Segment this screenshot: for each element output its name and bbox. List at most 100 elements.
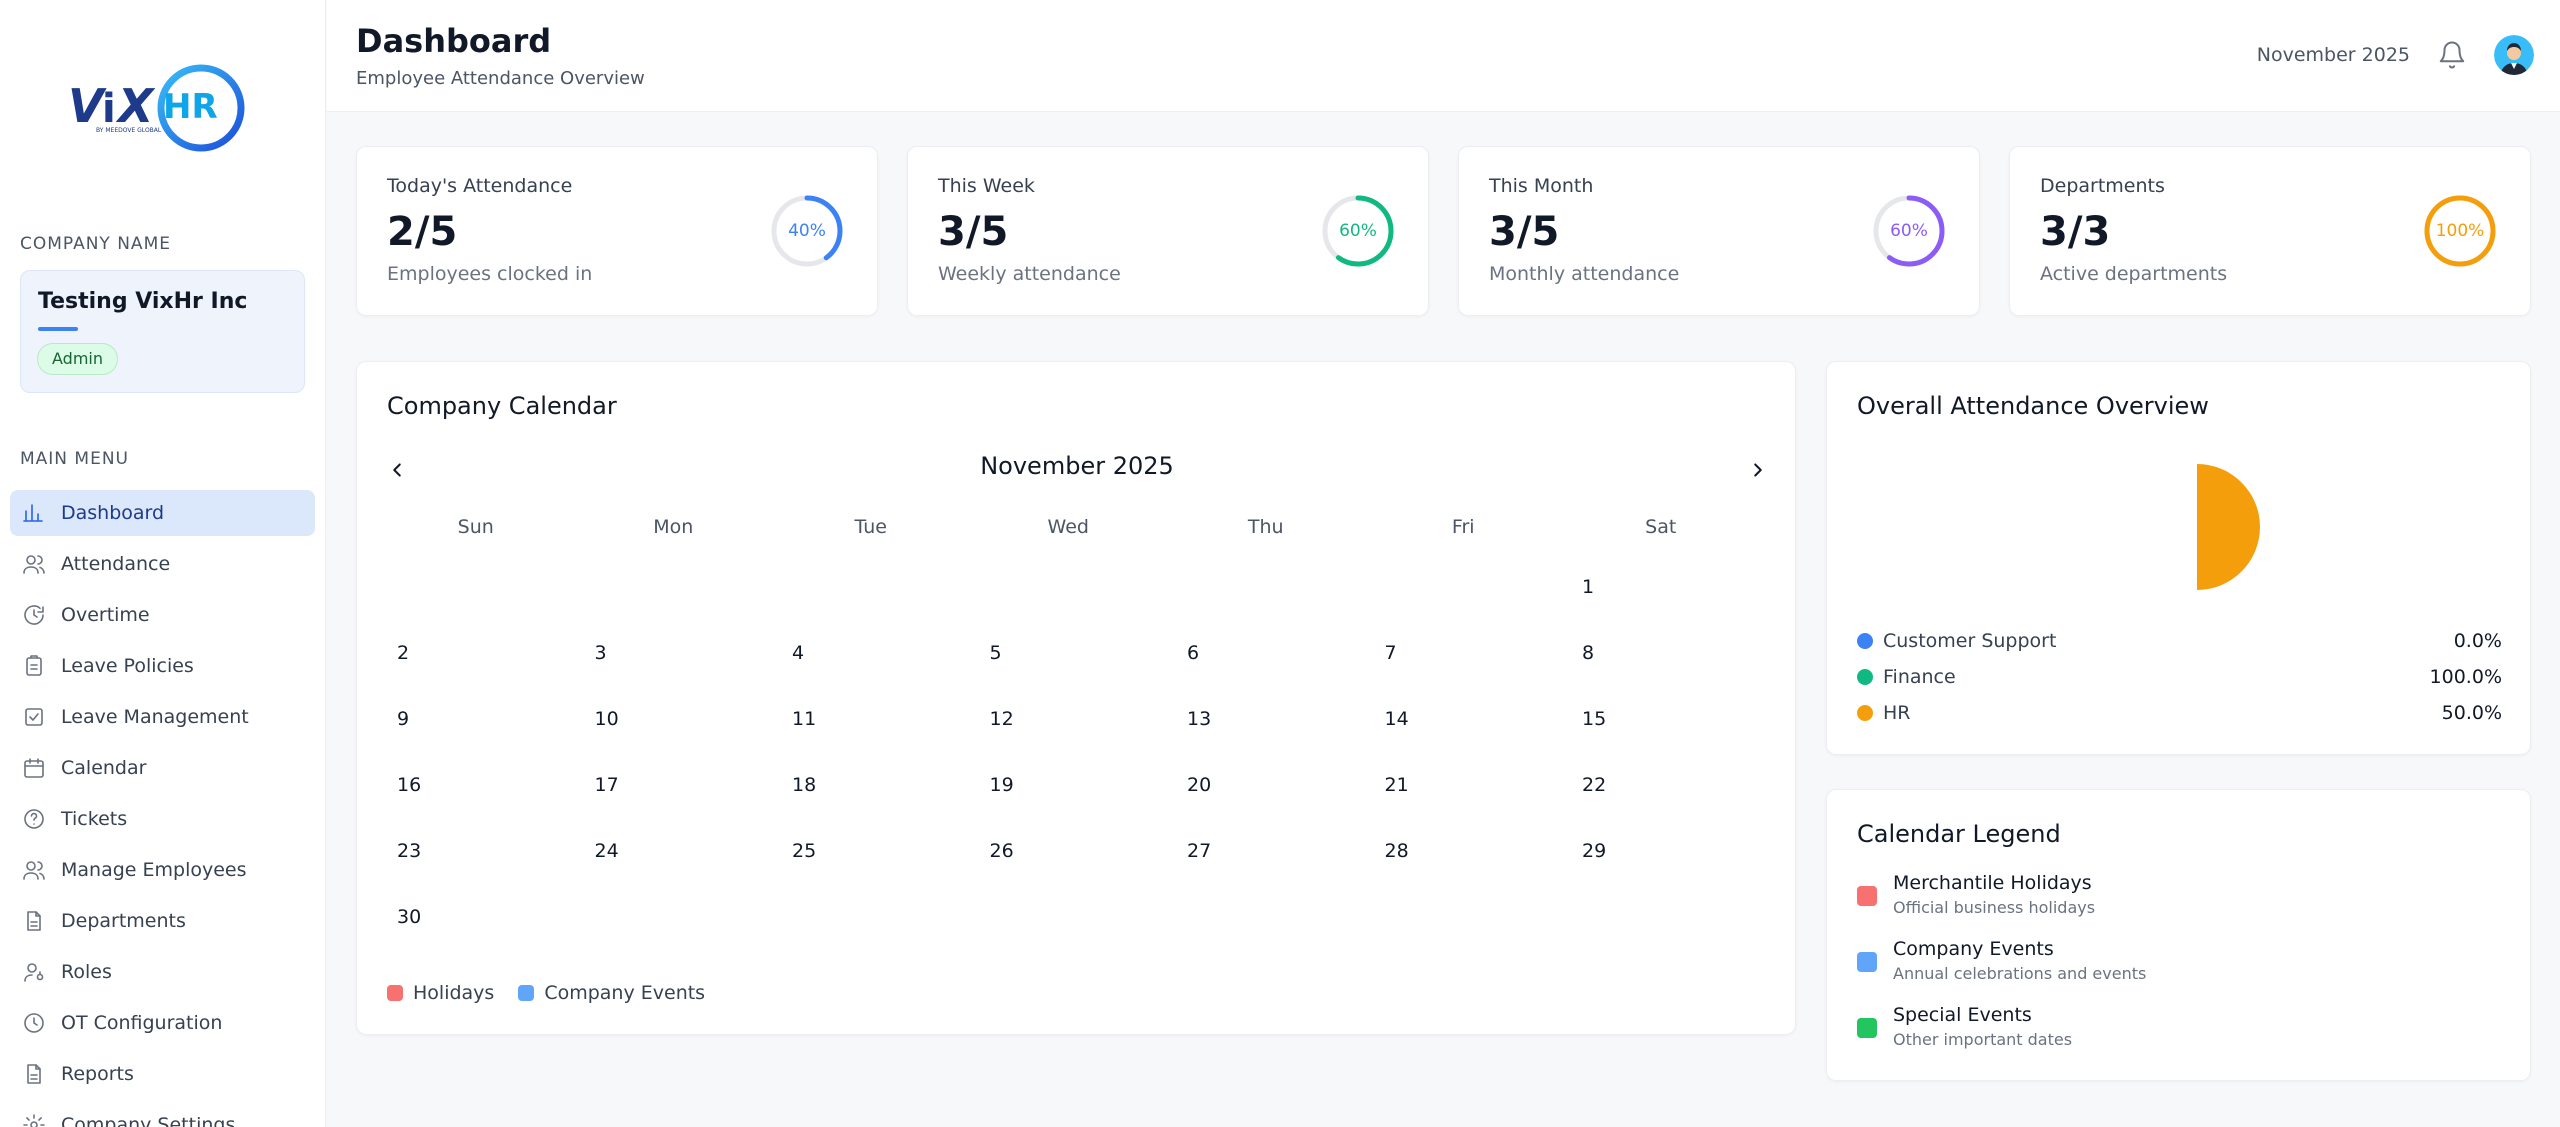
calendar-empty-cell — [1365, 554, 1563, 620]
sidebar-item-label: Manage Employees — [61, 859, 247, 881]
calendar-day-cell[interactable]: 6 — [1167, 620, 1365, 686]
calendar-day-number: 22 — [1582, 774, 1607, 796]
bar-chart-icon — [21, 500, 47, 526]
calendar-day-cell[interactable]: 24 — [575, 818, 773, 884]
sidebar-item-manage-employees[interactable]: Manage Employees — [10, 847, 315, 893]
document-icon — [21, 1061, 47, 1087]
weekday-header: Sun — [457, 516, 494, 538]
legend-color-swatch — [1857, 952, 1877, 972]
calendar-day-cell[interactable]: 13 — [1167, 686, 1365, 752]
calendar-day-cell[interactable]: 20 — [1167, 752, 1365, 818]
sidebar-item-label: Departments — [61, 910, 186, 932]
calendar-day-cell[interactable]: 1 — [1562, 554, 1760, 620]
calendar-day-number: 24 — [594, 840, 619, 862]
gear-icon — [21, 1112, 47, 1127]
calendar-day-number: 10 — [594, 708, 619, 730]
calendar-day-number: 5 — [989, 642, 1002, 664]
user-avatar[interactable] — [2494, 35, 2534, 75]
calendar-day-cell[interactable]: 15 — [1562, 686, 1760, 752]
calendar-week-row: 16 17 18 19 20 21 22 — [377, 752, 1772, 818]
legend-item-title: Company Events — [1893, 938, 2054, 960]
series-dot — [1857, 633, 1873, 649]
sidebar-item-departments[interactable]: Departments — [10, 898, 315, 944]
series-dot — [1857, 705, 1873, 721]
sidebar-item-label: Attendance — [61, 553, 171, 575]
clock-icon — [21, 1010, 47, 1036]
attendance-overview-card: Overall Attendance Overview Customer Sup… — [1826, 361, 2531, 755]
calendar-day-number: 9 — [397, 708, 410, 730]
sidebar-item-label: Reports — [61, 1063, 134, 1085]
calendar-day-cell[interactable]: 11 — [772, 686, 970, 752]
calendar-empty-cell — [772, 554, 970, 620]
vixhr-logo[interactable]: V i X HR BY MEEDOVE GLOBAL — [66, 62, 256, 154]
calendar-day-number: 6 — [1187, 642, 1200, 664]
sidebar-item-label: Company Settings — [61, 1114, 236, 1127]
stat-card: This Week 3/5 Weekly attendance 60% — [907, 146, 1429, 316]
sidebar-item-company-settings[interactable]: Company Settings — [10, 1102, 315, 1127]
calendar-day-cell[interactable]: 8 — [1562, 620, 1760, 686]
calendar-day-cell[interactable]: 4 — [772, 620, 970, 686]
calendar-day-cell[interactable]: 30 — [377, 884, 575, 950]
calendar-day-cell[interactable]: 22 — [1562, 752, 1760, 818]
calendar-day-number: 25 — [792, 840, 817, 862]
calendar-day-cell[interactable]: 19 — [970, 752, 1168, 818]
calendar-day-number: 13 — [1187, 708, 1212, 730]
calendar-day-number: 28 — [1384, 840, 1409, 862]
department-percent: 0.0% — [2453, 630, 2502, 652]
calendar-day-cell[interactable]: 9 — [377, 686, 575, 752]
stat-label: Today's Attendance — [387, 175, 573, 197]
calendar-empty-cell — [1365, 884, 1563, 950]
calendar-week-row: 30 — [377, 884, 1772, 950]
calendar-day-cell[interactable]: 26 — [970, 818, 1168, 884]
sidebar-item-dashboard[interactable]: Dashboard — [10, 490, 315, 536]
calendar-day-number: 18 — [792, 774, 817, 796]
calendar-day-number: 2 — [397, 642, 410, 664]
calendar-day-number: 15 — [1582, 708, 1607, 730]
sidebar-item-tickets[interactable]: Tickets — [10, 796, 315, 842]
calendar-day-cell[interactable]: 23 — [377, 818, 575, 884]
stat-card: Today's Attendance 2/5 Employees clocked i… — [356, 146, 878, 316]
sidebar-item-overtime[interactable]: Overtime — [10, 592, 315, 638]
calendar-day-number: 29 — [1582, 840, 1607, 862]
calendar-day-number: 14 — [1384, 708, 1409, 730]
calendar-day-cell[interactable]: 18 — [772, 752, 970, 818]
company-calendar-card: Company Calendar November 2025 Sun Mon Tue… — [356, 361, 1796, 1035]
stat-label: This Week — [938, 175, 1035, 197]
sidebar-item-leave-management[interactable]: Leave Management — [10, 694, 315, 740]
calendar-day-cell[interactable]: 29 — [1562, 818, 1760, 884]
checkbox-icon — [21, 704, 47, 730]
calendar-day-cell[interactable]: 28 — [1365, 818, 1563, 884]
sidebar-item-calendar[interactable]: Calendar — [10, 745, 315, 791]
sidebar-item-leave-policies[interactable]: Leave Policies — [10, 643, 315, 689]
stat-description: Active departments — [2040, 263, 2228, 285]
calendar-day-cell[interactable]: 27 — [1167, 818, 1365, 884]
overview-row: HR 50.0% — [1857, 698, 2502, 728]
bell-icon[interactable] — [2437, 39, 2467, 71]
calendar-day-cell[interactable]: 3 — [575, 620, 773, 686]
sidebar-item-ot-configuration[interactable]: OT Configuration — [10, 1000, 315, 1046]
calendar-day-cell[interactable]: 21 — [1365, 752, 1563, 818]
calendar-day-number: 8 — [1582, 642, 1595, 664]
sidebar-item-roles[interactable]: Roles — [10, 949, 315, 995]
sidebar-item-attendance[interactable]: Attendance — [10, 541, 315, 587]
overview-row: Customer Support 0.0% — [1857, 626, 2502, 656]
calendar-day-cell[interactable]: 5 — [970, 620, 1168, 686]
calendar-day-cell[interactable]: 25 — [772, 818, 970, 884]
legend-card-title: Calendar Legend — [1857, 820, 2061, 848]
calendar-next-button[interactable] — [1738, 450, 1778, 490]
calendar-day-cell[interactable]: 2 — [377, 620, 575, 686]
sidebar-item-reports[interactable]: Reports — [10, 1051, 315, 1097]
calendar-day-cell[interactable]: 10 — [575, 686, 773, 752]
stat-value: 3/3 — [2040, 209, 2111, 255]
calendar-day-number: 23 — [397, 840, 422, 862]
clock-arrow-icon — [21, 602, 47, 628]
calendar-empty-cell — [377, 554, 575, 620]
calendar-day-cell[interactable]: 16 — [377, 752, 575, 818]
calendar-day-cell[interactable]: 12 — [970, 686, 1168, 752]
calendar-empty-cell — [1562, 884, 1760, 950]
svg-text:HR: HR — [163, 87, 218, 127]
company-card[interactable]: Testing VixHr Inc Admin — [20, 270, 305, 393]
calendar-day-cell[interactable]: 7 — [1365, 620, 1563, 686]
calendar-day-cell[interactable]: 14 — [1365, 686, 1563, 752]
calendar-day-cell[interactable]: 17 — [575, 752, 773, 818]
